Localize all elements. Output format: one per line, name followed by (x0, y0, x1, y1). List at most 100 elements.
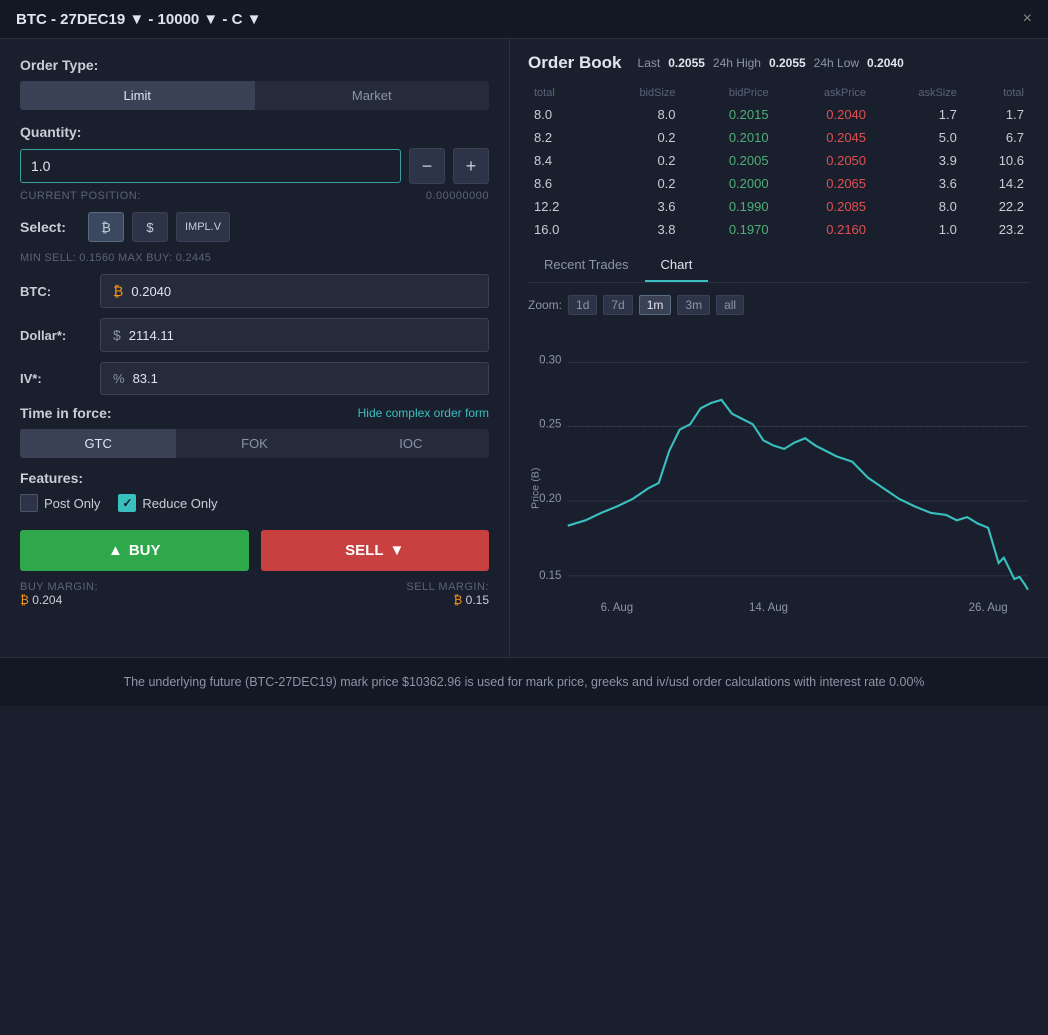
high-label: 24h High (713, 56, 761, 70)
table-row: 16.0 3.8 0.1970 0.2160 1.0 23.2 (528, 218, 1030, 241)
footer-bar: The underlying future (BTC-27DEC19) mark… (0, 657, 1048, 706)
bid-size-cell: 0.2 (595, 172, 681, 195)
main-content: Order Type: Limit Market Quantity: − + C… (0, 39, 1048, 657)
hide-complex-link[interactable]: Hide complex order form (358, 406, 489, 420)
buy-margin-amount: 0.204 (32, 593, 62, 607)
col-bid-price: bidPrice (682, 83, 775, 103)
last-label: Last (638, 56, 661, 70)
ask-size-cell: 1.0 (872, 218, 963, 241)
title-bar: BTC - 27DEC19 ▼ - 10000 ▼ - C ▼ × (0, 0, 1048, 39)
table-row: 8.2 0.2 0.2010 0.2045 5.0 6.7 (528, 126, 1030, 149)
zoom-row: Zoom: 1d 7d 1m 3m all (528, 295, 1030, 315)
total-ask-cell: 1.7 (963, 103, 1030, 126)
low-label: 24h Low (814, 56, 859, 70)
ask-price-cell: 0.2040 (775, 103, 872, 126)
tif-toggle: GTC FOK IOC (20, 429, 489, 458)
bid-price-cell: 0.1990 (682, 195, 775, 218)
select-btc-button[interactable]: ₿ (88, 212, 124, 242)
ask-size-cell: 5.0 (872, 126, 963, 149)
left-panel: Order Type: Limit Market Quantity: − + C… (0, 39, 510, 657)
right-panel: Order Book Last 0.2055 24h High 0.2055 2… (510, 39, 1048, 657)
reduce-only-checkbox[interactable]: ✓ (118, 494, 136, 512)
close-button[interactable]: × (1023, 10, 1032, 28)
iv-label: IV*: (20, 371, 100, 386)
chart-tab[interactable]: Chart (645, 249, 709, 282)
buy-margin-value: ₿ 0.204 (20, 593, 98, 607)
recent-trades-tab[interactable]: Recent Trades (528, 249, 645, 282)
y-label-020: 0.20 (539, 492, 561, 505)
limit-tab[interactable]: Limit (20, 81, 255, 110)
market-tab[interactable]: Market (255, 81, 490, 110)
bid-price-cell: 0.1970 (682, 218, 775, 241)
dollar-price-row: Dollar*: $ 2114.11 (20, 318, 489, 352)
sell-margin-label: SELL MARGIN: (406, 581, 489, 593)
select-usd-button[interactable]: $ (132, 212, 168, 242)
tif-gtc-button[interactable]: GTC (20, 429, 176, 458)
zoom-7d-button[interactable]: 7d (603, 295, 632, 315)
total-bid-cell: 8.0 (528, 103, 595, 126)
btc-symbol-sell: ₿ (453, 593, 462, 607)
ask-price-cell: 0.2085 (775, 195, 872, 218)
zoom-3m-button[interactable]: 3m (677, 295, 710, 315)
iv-price-row: IV*: % 83.1 (20, 362, 489, 395)
reduce-only-item[interactable]: ✓ Reduce Only (118, 494, 217, 512)
x-label-26aug: 26. Aug (969, 601, 1008, 614)
current-position-value: 0.00000000 (426, 190, 489, 202)
quantity-label: Quantity: (20, 124, 489, 140)
y-label-025: 0.25 (539, 417, 561, 430)
ask-size-cell: 8.0 (872, 195, 963, 218)
price-line (568, 400, 1028, 590)
ask-size-cell: 1.7 (872, 103, 963, 126)
col-total-ask: total (963, 83, 1030, 103)
x-label-14aug: 14. Aug (749, 601, 788, 614)
zoom-all-button[interactable]: all (716, 295, 744, 315)
ask-price-cell: 0.2050 (775, 149, 872, 172)
select-row: Select: ₿ $ IMPL.V (20, 212, 489, 242)
total-bid-cell: 8.6 (528, 172, 595, 195)
bid-price-cell: 0.2015 (682, 103, 775, 126)
quantity-increment-button[interactable]: + (453, 148, 489, 184)
zoom-1m-button[interactable]: 1m (639, 295, 672, 315)
btc-price-value: 0.2040 (131, 284, 171, 299)
ob-stats: Last 0.2055 24h High 0.2055 24h Low 0.20… (638, 56, 904, 70)
reduce-only-label: Reduce Only (142, 496, 217, 511)
post-only-label: Post Only (44, 496, 100, 511)
buy-button[interactable]: ▲ BUY (20, 530, 249, 571)
sell-button[interactable]: SELL ▼ (261, 530, 490, 571)
buy-sell-row: ▲ BUY SELL ▼ (20, 530, 489, 571)
chart-tab-row: Recent Trades Chart (528, 249, 1030, 283)
post-only-checkbox[interactable] (20, 494, 38, 512)
footer-text: The underlying future (BTC-27DEC19) mark… (123, 675, 924, 689)
col-total-bid: total (528, 83, 595, 103)
zoom-1d-button[interactable]: 1d (568, 295, 597, 315)
sell-margin-value: ₿ 0.15 (406, 593, 489, 607)
total-ask-cell: 14.2 (963, 172, 1030, 195)
select-implv-button[interactable]: IMPL.V (176, 212, 230, 242)
btc-price-box: ₿ 0.2040 (100, 274, 489, 308)
table-row: 8.0 8.0 0.2015 0.2040 1.7 1.7 (528, 103, 1030, 126)
btc-symbol-buy: ₿ (20, 593, 29, 607)
post-only-item[interactable]: Post Only (20, 494, 100, 512)
checkmark-icon: ✓ (122, 496, 132, 510)
total-ask-cell: 10.6 (963, 149, 1030, 172)
buy-arrow-icon: ▲ (108, 542, 123, 559)
quantity-input[interactable] (20, 149, 401, 183)
y-axis-title: Price (B) (530, 468, 542, 509)
total-ask-cell: 23.2 (963, 218, 1030, 241)
order-book-title: Order Book (528, 53, 622, 73)
bid-size-cell: 3.8 (595, 218, 681, 241)
margin-row: BUY MARGIN: ₿ 0.204 SELL MARGIN: ₿ 0.15 (20, 581, 489, 607)
btc-label: BTC: (20, 284, 100, 299)
features-row: Post Only ✓ Reduce Only (20, 494, 489, 512)
quantity-decrement-button[interactable]: − (409, 148, 445, 184)
iv-price-box: % 83.1 (100, 362, 489, 395)
sell-label: SELL (345, 542, 383, 559)
bid-size-cell: 0.2 (595, 149, 681, 172)
total-ask-cell: 22.2 (963, 195, 1030, 218)
time-in-force-row: Time in force: Hide complex order form (20, 405, 489, 421)
btc-icon: ₿ (113, 283, 123, 299)
sell-arrow-icon: ▼ (389, 542, 404, 559)
bid-size-cell: 3.6 (595, 195, 681, 218)
tif-ioc-button[interactable]: IOC (333, 429, 489, 458)
tif-fok-button[interactable]: FOK (176, 429, 332, 458)
